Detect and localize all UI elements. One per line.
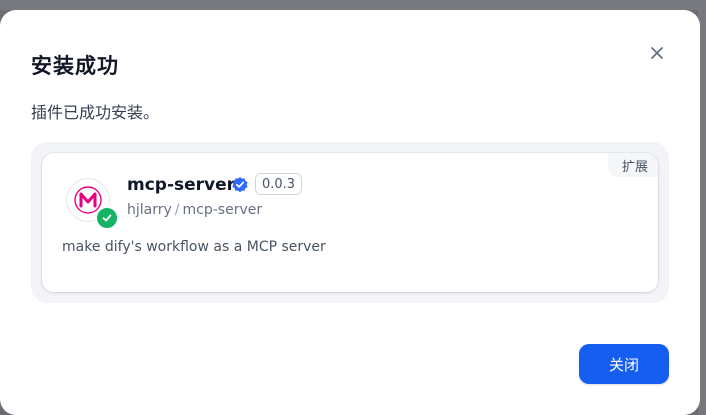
org-name: hjlarry (127, 202, 172, 218)
plugin-org-path: hjlarry / mcp-server (127, 202, 262, 218)
repo-name: mcp-server (182, 202, 263, 218)
plugin-card: 扩展 mcp-server 0.0.3 hjlarry/mcp-server (42, 153, 658, 292)
install-success-dialog: 安装成功 插件已成功安装。 扩展 mcp-server 0.0.3 hjlarr… (0, 10, 700, 415)
close-button[interactable]: 关闭 (579, 344, 669, 384)
plugin-description: make dify's workflow as a MCP server (62, 239, 326, 255)
plugin-name: mcp-server (127, 175, 236, 195)
close-dialog-button[interactable] (643, 39, 671, 67)
plugin-card-container: 扩展 mcp-server 0.0.3 hjlarry/mcp-server (31, 142, 669, 303)
dialog-title: 安装成功 (31, 54, 119, 78)
success-message: 插件已成功安装。 (31, 103, 160, 122)
path-separator: / (174, 202, 180, 218)
version-badge: 0.0.3 (255, 173, 303, 195)
category-badge: 扩展 (607, 153, 658, 177)
check-circle-icon (95, 206, 119, 230)
close-icon (651, 47, 663, 59)
background-app-header (0, 0, 706, 10)
verified-badge-icon (232, 177, 248, 193)
